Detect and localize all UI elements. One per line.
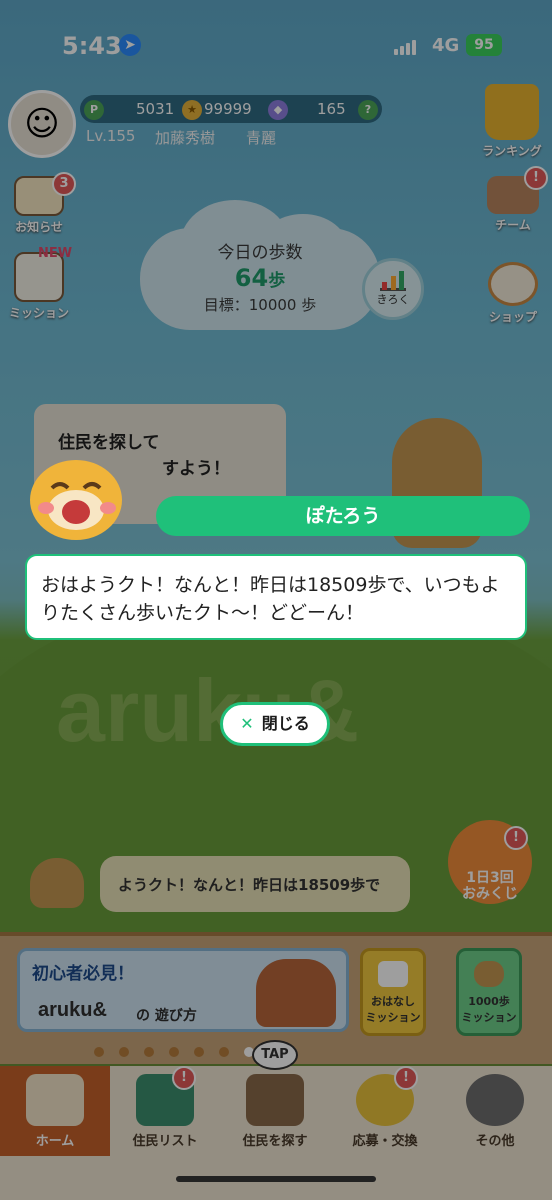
home-indicator[interactable] [176, 1176, 376, 1182]
dialog-message: おはようクト！なんと！昨日は18509歩で、いつもよりたくさん歩いたクト〜！どど… [25, 554, 527, 640]
close-button[interactable]: ✕ 閉じる [220, 702, 330, 746]
close-label: 閉じる [261, 714, 310, 733]
dialog-speaker: ぽたろう [156, 496, 530, 536]
home-screen: 5:43 ➤ 4G 95 ☺ P 5031 ★ 99999 ◆ 165 ? Lv… [0, 0, 552, 1200]
potarou-mascot-icon [30, 460, 122, 540]
close-icon: ✕ [240, 714, 254, 733]
